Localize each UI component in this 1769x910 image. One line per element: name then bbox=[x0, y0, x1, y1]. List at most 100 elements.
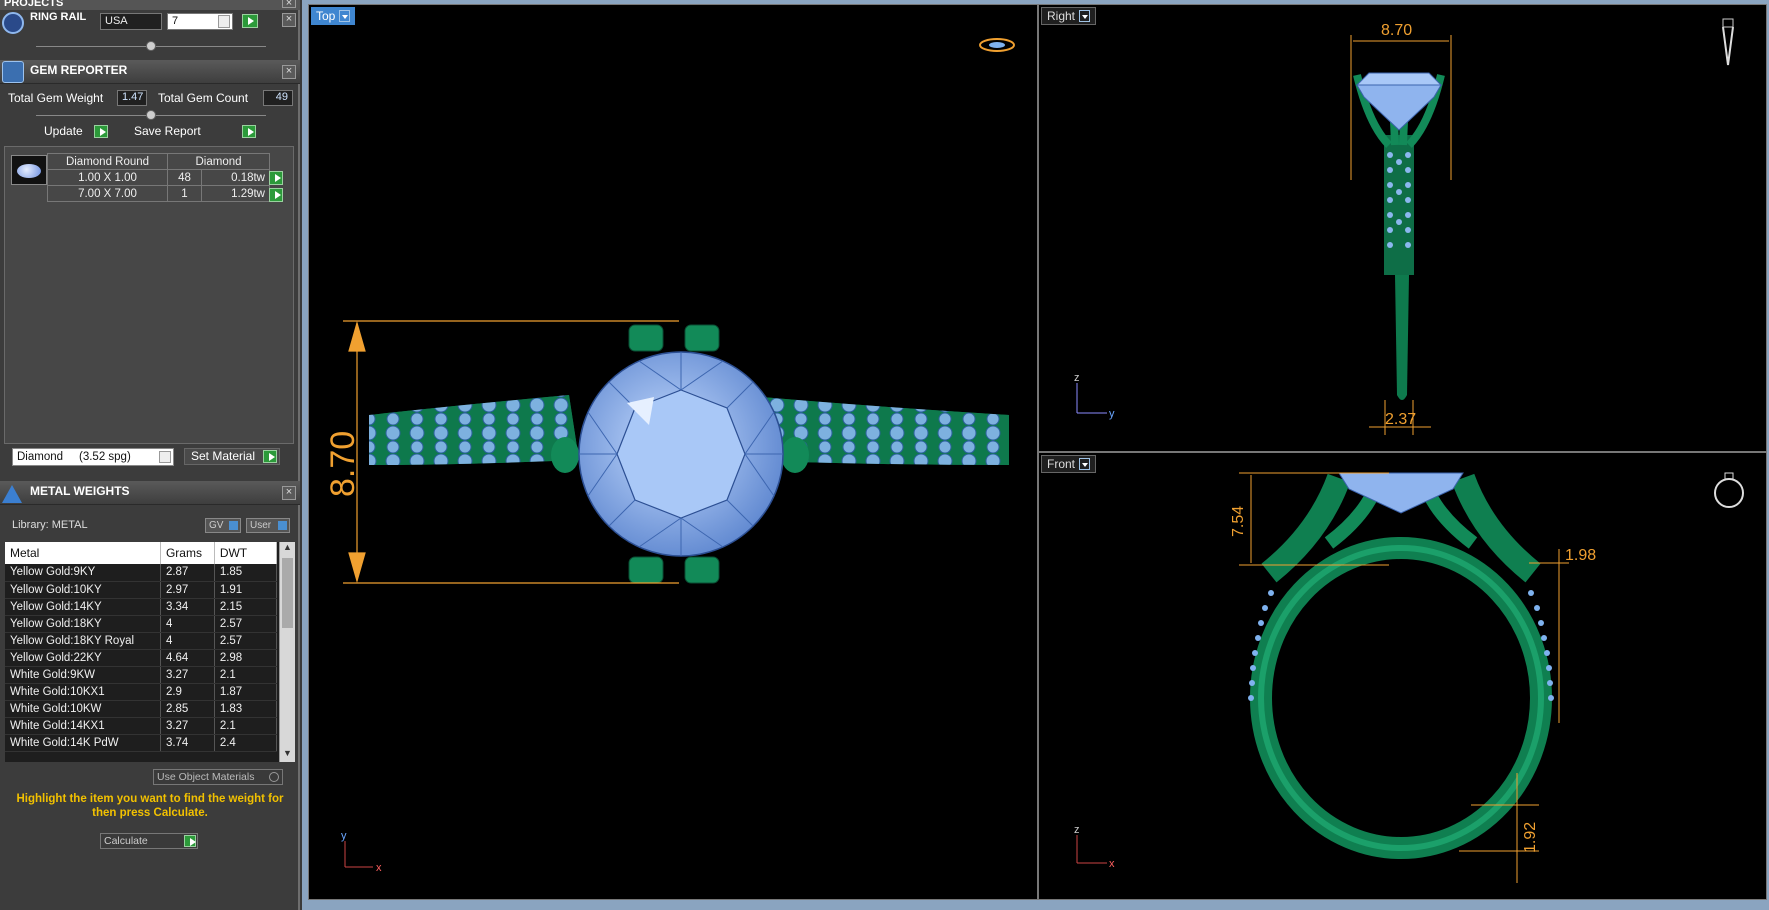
ring-rail-section: RING RAIL USA 7 × bbox=[0, 10, 300, 60]
metal-name: White Gold:10KX1 bbox=[5, 683, 161, 701]
gem-size: 7.00 X 7.00 bbox=[47, 185, 168, 202]
total-count-label: Total Gem Count bbox=[158, 91, 249, 105]
gem-count: 1 bbox=[167, 185, 202, 202]
dwt-column-header[interactable]: DWT bbox=[214, 542, 278, 564]
info-icon bbox=[229, 521, 238, 530]
collapse-knob[interactable] bbox=[146, 110, 156, 120]
calculate-hint: Highlight the item you want to find the … bbox=[16, 793, 284, 819]
metal-name: White Gold:14KX1 bbox=[5, 717, 161, 735]
metal-row[interactable]: Yellow Gold:18KY 4 2.57 bbox=[5, 615, 278, 633]
metal-weights-close-button[interactable]: × bbox=[282, 486, 296, 500]
axis-indicator bbox=[344, 841, 373, 868]
metal-column-header[interactable]: Metal bbox=[5, 542, 161, 564]
grams-column-header[interactable]: Grams bbox=[160, 542, 215, 564]
metal-weights-body: Library: METAL GV User Metal Grams DWT Y… bbox=[0, 505, 300, 910]
use-object-materials-label: Use Object Materials bbox=[157, 771, 255, 783]
right-dim-bottom: 2.37 bbox=[1385, 411, 1416, 428]
ring-rail-close-button[interactable]: × bbox=[282, 13, 296, 27]
metal-row[interactable]: Yellow Gold:18KY Royal 4 2.57 bbox=[5, 632, 278, 650]
gv-label: GV bbox=[209, 520, 224, 531]
metal-dwt: 1.87 bbox=[214, 683, 278, 701]
right-viewport[interactable]: Right 8.70 2.37 z y bbox=[1038, 4, 1767, 452]
metal-grams: 3.27 bbox=[160, 717, 215, 735]
ring-size-select[interactable]: 7 bbox=[167, 13, 233, 30]
front-view-ring: 7.54 1.98 1.92 z x bbox=[1074, 472, 1744, 883]
gem-row[interactable]: 7.00 X 7.00 1 1.29tw bbox=[47, 185, 270, 202]
metal-row[interactable]: White Gold:14KX1 3.27 2.1 bbox=[5, 717, 278, 735]
gem-reporter-close-button[interactable]: × bbox=[282, 65, 296, 79]
play-icon bbox=[263, 450, 277, 463]
axis-y-label: y bbox=[1109, 408, 1115, 420]
radio-icon bbox=[269, 772, 279, 782]
set-material-button[interactable]: Set Material bbox=[184, 448, 280, 465]
gem-oval-icon bbox=[17, 164, 41, 178]
viewport-frame: Top 8.70 y x Right 8.70 2.37 z y Front 7… bbox=[302, 0, 1769, 910]
left-tool-panel: PROJECTS × RING RAIL USA 7 × GEM REPORTE… bbox=[0, 0, 300, 910]
axis-z-label: z bbox=[1074, 824, 1080, 836]
diamond-thumbnail-icon[interactable] bbox=[11, 155, 47, 185]
update-label: Update bbox=[44, 124, 83, 138]
metal-row[interactable]: Yellow Gold:10KY 2.97 1.91 bbox=[5, 581, 278, 599]
metal-table-container: Metal Grams DWT Yellow Gold:9KY 2.87 1.85 Y… bbox=[5, 542, 295, 762]
view-cube-icon bbox=[979, 38, 1015, 52]
metal-name: White Gold:10KW bbox=[5, 700, 161, 718]
metal-grams: 3.34 bbox=[160, 598, 215, 616]
metal-name: White Gold:14K PdW bbox=[5, 734, 161, 752]
metal-row[interactable]: Yellow Gold:22KY 4.64 2.98 bbox=[5, 649, 278, 667]
metal-table-body: Yellow Gold:9KY 2.87 1.85 Yellow Gold:10KY 2… bbox=[5, 564, 278, 752]
metal-row[interactable]: White Gold:9KW 3.27 2.1 bbox=[5, 666, 278, 684]
metal-dwt: 2.15 bbox=[214, 598, 278, 616]
metal-row[interactable]: Yellow Gold:9KY 2.87 1.85 bbox=[5, 564, 278, 582]
ring-size-value: 7 bbox=[172, 15, 179, 27]
update-button[interactable]: Update bbox=[38, 124, 110, 141]
calculate-button[interactable]: Calculate bbox=[100, 833, 198, 849]
gem-row-go-button[interactable] bbox=[269, 188, 283, 202]
user-toggle[interactable]: User bbox=[246, 518, 290, 533]
gem-shape-header: Diamond Round bbox=[47, 153, 168, 170]
gem-row[interactable]: 1.00 X 1.00 48 0.18tw bbox=[47, 169, 270, 186]
metal-row[interactable]: Yellow Gold:14KY 3.34 2.15 bbox=[5, 598, 278, 616]
front-viewport[interactable]: Front 7.54 1.98 1.92 z x bbox=[1038, 452, 1767, 900]
gem-count: 48 bbox=[167, 169, 202, 186]
projects-close-button[interactable]: × bbox=[282, 0, 296, 9]
gem-reporter-body: Total Gem Weight 1.47 Total Gem Count 49… bbox=[0, 84, 300, 479]
ring-rail-go-button[interactable] bbox=[242, 14, 258, 28]
metal-grams: 3.74 bbox=[160, 734, 215, 752]
scroll-down-icon[interactable]: ▼ bbox=[280, 748, 295, 762]
collapse-knob[interactable] bbox=[146, 41, 156, 51]
metal-name: Yellow Gold:10KY bbox=[5, 581, 161, 599]
axis-y-label: y bbox=[341, 830, 347, 842]
metal-dwt: 1.91 bbox=[214, 581, 278, 599]
gem-reporter-title: GEM REPORTER bbox=[30, 63, 128, 77]
metal-grams: 2.97 bbox=[160, 581, 215, 599]
metal-weights-header: METAL WEIGHTS × bbox=[0, 481, 300, 505]
gem-reporter-header: GEM REPORTER × bbox=[0, 60, 300, 84]
metal-row[interactable]: White Gold:14K PdW 3.74 2.4 bbox=[5, 734, 278, 752]
metal-grams: 4 bbox=[160, 632, 215, 650]
scroll-up-icon[interactable]: ▲ bbox=[280, 542, 295, 556]
gem-weight: 1.29tw bbox=[201, 185, 270, 202]
metal-row[interactable]: White Gold:10KX1 2.9 1.87 bbox=[5, 683, 278, 701]
metal-dwt: 2.57 bbox=[214, 615, 278, 633]
front-dim-left: 7.54 bbox=[1230, 506, 1247, 537]
top-viewport[interactable]: Top 8.70 y x bbox=[308, 4, 1038, 900]
gem-table: Diamond Round Diamond 1.00 X 1.00 48 0.1… bbox=[47, 153, 270, 202]
gem-row-go-button[interactable] bbox=[269, 171, 283, 185]
top-view-ring: 8.70 y x bbox=[324, 38, 1015, 874]
metal-name: Yellow Gold:18KY Royal bbox=[5, 632, 161, 650]
scroll-thumb[interactable] bbox=[282, 558, 293, 628]
gem-type-header: Diamond bbox=[167, 153, 270, 170]
metal-row[interactable]: White Gold:10KW 2.85 1.83 bbox=[5, 700, 278, 718]
country-field[interactable]: USA bbox=[100, 13, 162, 30]
save-report-button[interactable]: Save Report bbox=[128, 124, 258, 141]
metal-scrollbar[interactable]: ▲ ▼ bbox=[279, 542, 295, 762]
material-select[interactable]: Diamond (3.52 spg) bbox=[12, 448, 174, 466]
gv-toggle[interactable]: GV bbox=[205, 518, 241, 533]
axis-z-label: z bbox=[1074, 372, 1080, 384]
use-object-materials-toggle[interactable]: Use Object Materials bbox=[153, 769, 283, 785]
material-select-value: Diamond (3.52 spg) bbox=[17, 451, 131, 463]
metal-dwt: 2.57 bbox=[214, 632, 278, 650]
metal-grams: 2.9 bbox=[160, 683, 215, 701]
gem-size: 1.00 X 1.00 bbox=[47, 169, 168, 186]
play-icon bbox=[242, 125, 256, 138]
